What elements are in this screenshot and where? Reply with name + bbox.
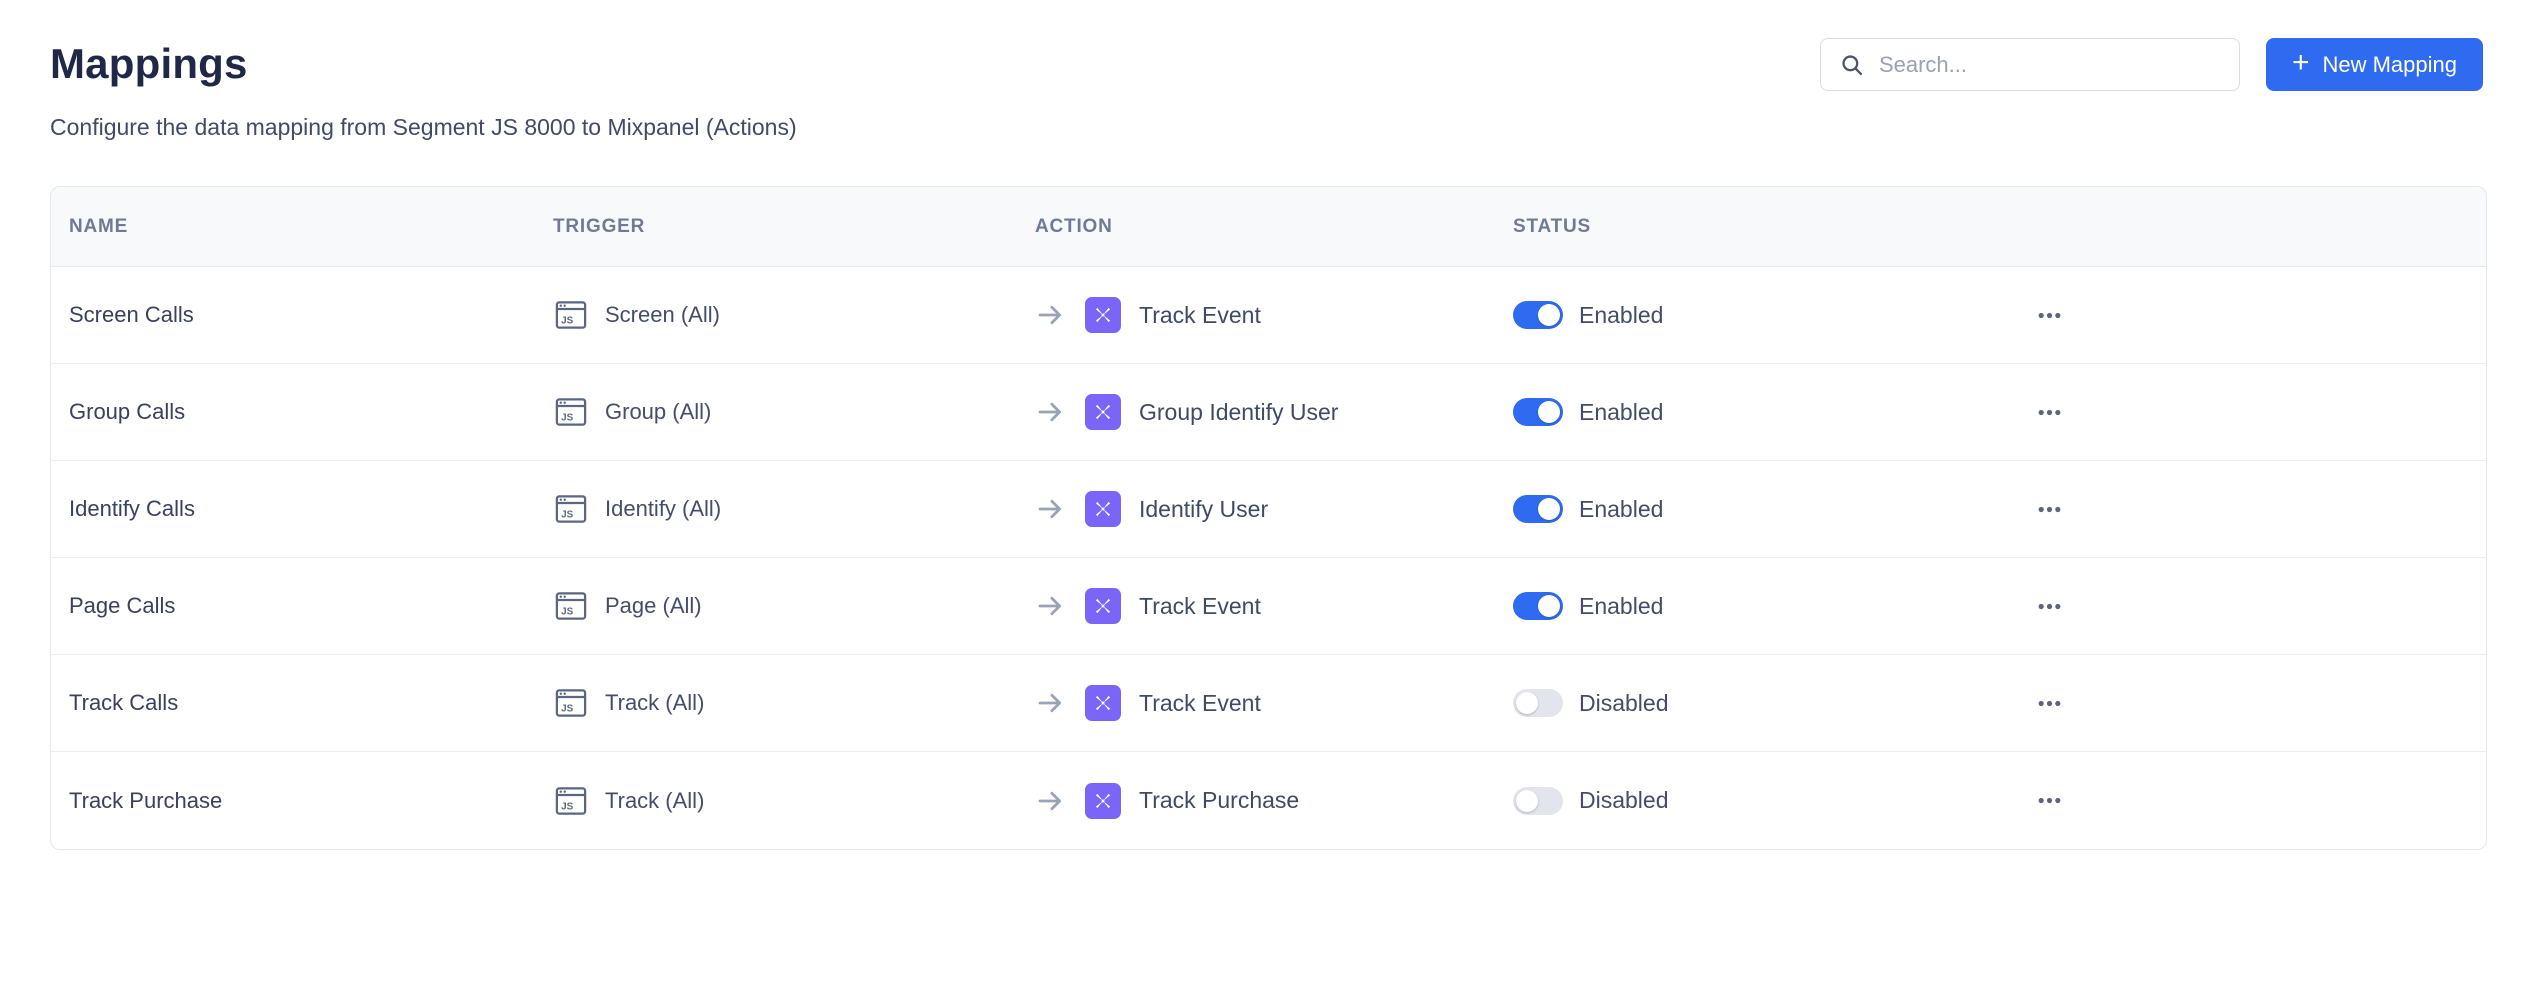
status-label: Enabled	[1579, 593, 1663, 620]
column-header-name: Name	[51, 216, 553, 238]
status-toggle[interactable]	[1513, 689, 1563, 717]
status-toggle[interactable]	[1513, 495, 1563, 523]
mixpanel-icon	[1085, 783, 1121, 819]
row-menu-button[interactable]	[2030, 781, 2069, 820]
row-name: Page Calls	[69, 593, 175, 619]
svg-text:JS: JS	[561, 412, 573, 423]
arrow-right-icon	[1035, 300, 1065, 330]
row-menu-button[interactable]	[2030, 490, 2069, 529]
js-window-icon: JS	[553, 394, 589, 430]
trigger-label: Identify (All)	[605, 496, 721, 522]
row-menu-button[interactable]	[2030, 296, 2069, 335]
svg-text:JS: JS	[561, 606, 573, 617]
row-name: Screen Calls	[69, 302, 194, 328]
plus-icon: +	[2292, 48, 2310, 78]
status-toggle[interactable]	[1513, 787, 1563, 815]
page-subtitle: Configure the data mapping from Segment …	[50, 114, 2483, 141]
table-row: Group Calls JS Group (All)	[51, 364, 2486, 461]
toggle-knob	[1538, 498, 1560, 520]
column-header-trigger: Trigger	[553, 216, 1035, 238]
mappings-table: Name Trigger Action Status Screen Calls …	[50, 186, 2487, 850]
row-name: Identify Calls	[69, 496, 195, 522]
svg-text:JS: JS	[561, 703, 573, 714]
arrow-right-icon	[1035, 397, 1065, 427]
trigger-label: Group (All)	[605, 399, 711, 425]
arrow-right-icon	[1035, 786, 1065, 816]
action-label: Track Event	[1139, 302, 1261, 329]
row-name: Track Purchase	[69, 788, 222, 814]
trigger-label: Screen (All)	[605, 302, 720, 328]
status-label: Enabled	[1579, 496, 1663, 523]
js-window-icon: JS	[553, 297, 589, 333]
table-row: Page Calls JS Page (All)	[51, 558, 2486, 655]
svg-text:JS: JS	[561, 315, 573, 326]
table-row: Track Calls JS Track (All)	[51, 655, 2486, 752]
status-toggle[interactable]	[1513, 592, 1563, 620]
status-label: Enabled	[1579, 399, 1663, 426]
search-icon	[1839, 52, 1865, 78]
toggle-knob	[1516, 790, 1538, 812]
arrow-right-icon	[1035, 591, 1065, 621]
js-window-icon: JS	[553, 491, 589, 527]
svg-text:JS: JS	[561, 801, 573, 812]
action-label: Identify User	[1139, 496, 1268, 523]
ellipsis-icon	[2036, 690, 2063, 717]
row-menu-button[interactable]	[2030, 587, 2069, 626]
mixpanel-icon	[1085, 297, 1121, 333]
svg-text:JS: JS	[561, 509, 573, 520]
mixpanel-icon	[1085, 491, 1121, 527]
toggle-knob	[1538, 304, 1560, 326]
search-input[interactable]	[1879, 52, 2221, 78]
mixpanel-icon	[1085, 685, 1121, 721]
toggle-knob	[1516, 692, 1538, 714]
ellipsis-icon	[2036, 496, 2063, 523]
status-toggle[interactable]	[1513, 301, 1563, 329]
mixpanel-icon	[1085, 588, 1121, 624]
page-header: Mappings Configure the data mapping from…	[0, 0, 2532, 141]
ellipsis-icon	[2036, 593, 2063, 620]
column-header-status: Status	[1513, 216, 2030, 238]
action-label: Track Event	[1139, 690, 1261, 717]
table-row: Track Purchase JS Track (All)	[51, 752, 2486, 849]
table-body: Screen Calls JS Screen (All)	[51, 267, 2486, 849]
new-mapping-button[interactable]: + New Mapping	[2266, 38, 2483, 91]
action-label: Track Event	[1139, 593, 1261, 620]
ellipsis-icon	[2036, 787, 2063, 814]
toggle-knob	[1538, 595, 1560, 617]
table-row: Identify Calls JS Identify (All)	[51, 461, 2486, 558]
arrow-right-icon	[1035, 494, 1065, 524]
row-name: Track Calls	[69, 690, 178, 716]
status-toggle[interactable]	[1513, 398, 1563, 426]
js-window-icon: JS	[553, 588, 589, 624]
js-window-icon: JS	[553, 685, 589, 721]
js-window-icon: JS	[553, 783, 589, 819]
status-label: Disabled	[1579, 787, 1669, 814]
row-menu-button[interactable]	[2030, 684, 2069, 723]
status-label: Enabled	[1579, 302, 1663, 329]
row-menu-button[interactable]	[2030, 393, 2069, 432]
mixpanel-icon	[1085, 394, 1121, 430]
ellipsis-icon	[2036, 302, 2063, 329]
status-label: Disabled	[1579, 690, 1669, 717]
action-label: Group Identify User	[1139, 399, 1338, 426]
trigger-label: Page (All)	[605, 593, 702, 619]
row-name: Group Calls	[69, 399, 185, 425]
column-header-action: Action	[1035, 216, 1513, 238]
toolbar: + New Mapping	[1820, 38, 2483, 91]
trigger-label: Track (All)	[605, 690, 704, 716]
table-header: Name Trigger Action Status	[51, 187, 2486, 267]
action-label: Track Purchase	[1139, 787, 1299, 814]
new-mapping-label: New Mapping	[2322, 52, 2457, 78]
toggle-knob	[1538, 401, 1560, 423]
table-row: Screen Calls JS Screen (All)	[51, 267, 2486, 364]
mappings-page: Mappings Configure the data mapping from…	[0, 0, 2532, 1004]
ellipsis-icon	[2036, 399, 2063, 426]
trigger-label: Track (All)	[605, 788, 704, 814]
arrow-right-icon	[1035, 688, 1065, 718]
search-box[interactable]	[1820, 38, 2240, 91]
